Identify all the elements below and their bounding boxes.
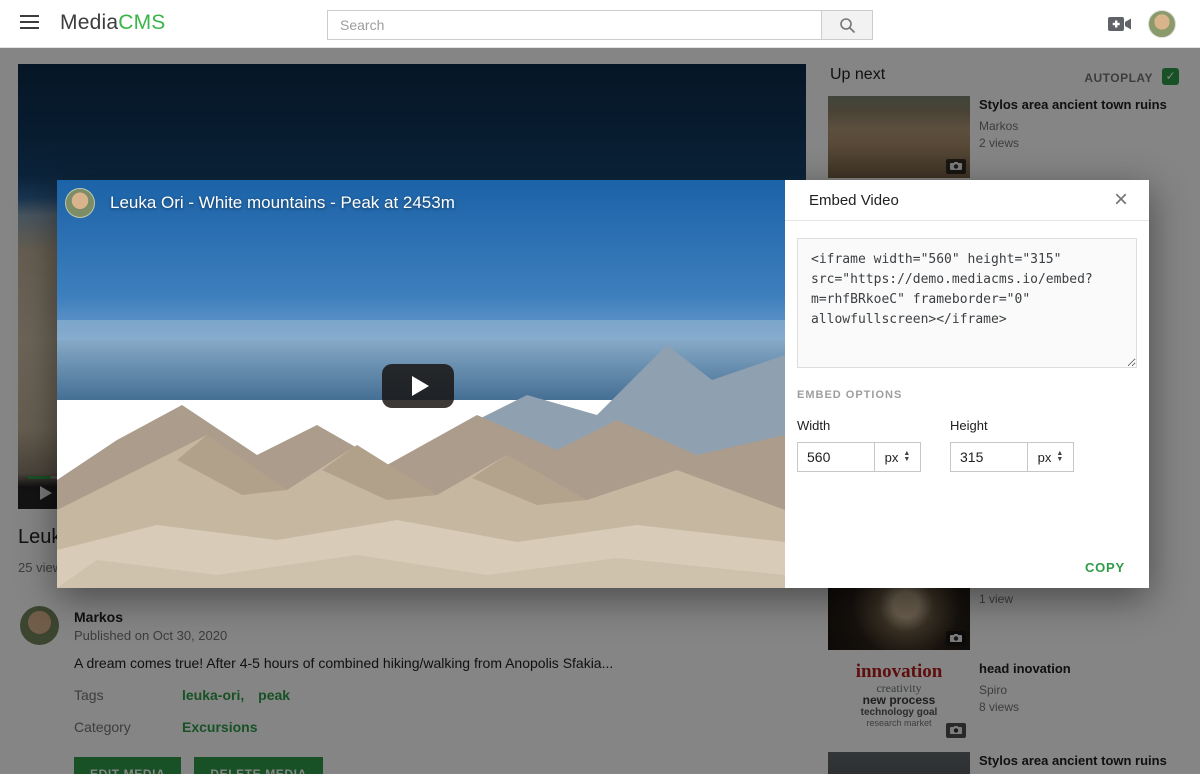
embed-preview-player[interactable]: Leuka Ori - White mountains - Peak at 24…	[57, 180, 785, 588]
mediacms-logo[interactable]: MediaCMS	[60, 11, 165, 35]
copy-button[interactable]: COPY	[1085, 560, 1125, 575]
spinner-icon: ▲▼	[903, 451, 910, 463]
unit-label: px	[1038, 450, 1052, 465]
width-unit-select[interactable]: px ▲▼	[874, 442, 921, 472]
width-input[interactable]	[797, 442, 875, 472]
preview-play-button[interactable]	[382, 364, 454, 408]
embed-video-modal: Leuka Ori - White mountains - Peak at 24…	[57, 180, 1149, 588]
search-button[interactable]	[822, 10, 873, 40]
preview-video-title: Leuka Ori - White mountains - Peak at 24…	[110, 193, 455, 213]
preview-channel-avatar[interactable]	[65, 188, 95, 218]
height-input[interactable]	[950, 442, 1028, 472]
user-avatar[interactable]	[1148, 10, 1176, 38]
embed-code-textarea[interactable]: <iframe width="560" height="315" src="ht…	[797, 238, 1137, 368]
menu-icon[interactable]	[20, 15, 39, 30]
embed-options-panel: Embed Video × <iframe width="560" height…	[785, 180, 1149, 588]
search-icon	[839, 17, 856, 34]
height-unit-select[interactable]: px ▲▼	[1027, 442, 1074, 472]
embed-options-label: EMBED OPTIONS	[797, 389, 1137, 401]
close-icon[interactable]: ×	[1108, 186, 1134, 214]
spinner-icon: ▲▼	[1056, 451, 1063, 463]
width-label: Width	[797, 418, 921, 433]
height-label: Height	[950, 418, 1074, 433]
top-header: MediaCMS	[0, 0, 1200, 48]
modal-title: Embed Video	[809, 180, 899, 221]
play-icon	[412, 376, 429, 396]
upload-media-icon[interactable]	[1108, 15, 1132, 33]
search-input[interactable]	[327, 10, 822, 40]
unit-label: px	[885, 450, 899, 465]
